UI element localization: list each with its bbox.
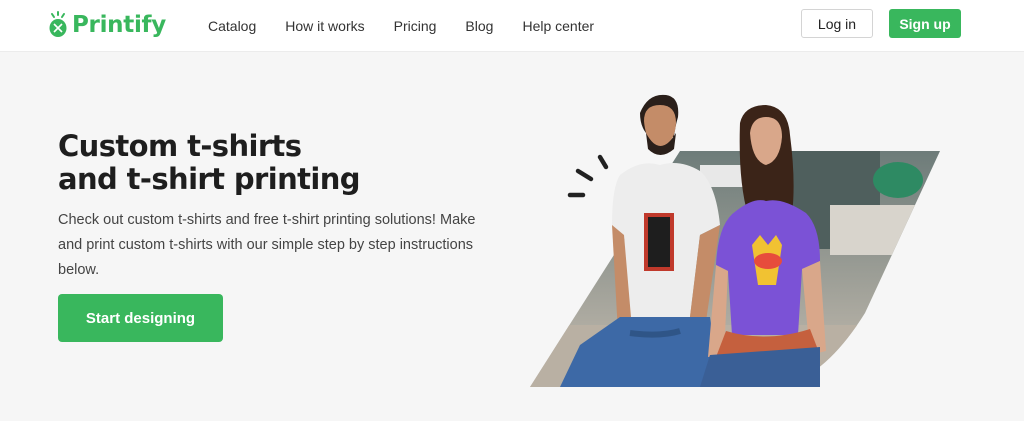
nav-link-how-it-works[interactable]: How it works bbox=[285, 18, 364, 34]
nav-link-help-center[interactable]: Help center bbox=[522, 18, 594, 34]
hero-title-line-2: and t-shirt printing bbox=[58, 162, 361, 196]
start-designing-button[interactable]: Start designing bbox=[58, 294, 223, 342]
man-figure bbox=[560, 94, 720, 387]
main-nav: Catalog How it works Pricing Blog Help c… bbox=[208, 0, 623, 52]
hero-title-line-1: Custom t-shirts bbox=[58, 129, 302, 163]
signup-button[interactable]: Sign up bbox=[889, 9, 961, 38]
nav-link-pricing[interactable]: Pricing bbox=[394, 18, 437, 34]
hero-image bbox=[530, 94, 940, 387]
printify-logo-icon bbox=[49, 11, 67, 37]
brand-name: Printify bbox=[72, 12, 166, 38]
woman-figure bbox=[700, 105, 826, 387]
sparkle-lines bbox=[567, 154, 609, 198]
nav-link-catalog[interactable]: Catalog bbox=[208, 18, 256, 34]
printify-logo[interactable]: Printify bbox=[48, 9, 166, 41]
nav-link-blog[interactable]: Blog bbox=[465, 18, 493, 34]
hero-title: Custom t-shirts and t-shirt printing bbox=[58, 130, 478, 196]
site-header: Printify Catalog How it works Pricing Bl… bbox=[0, 0, 1024, 52]
login-button[interactable]: Log in bbox=[801, 9, 873, 38]
hero-description: Check out custom t-shirts and free t-shi… bbox=[58, 212, 476, 278]
